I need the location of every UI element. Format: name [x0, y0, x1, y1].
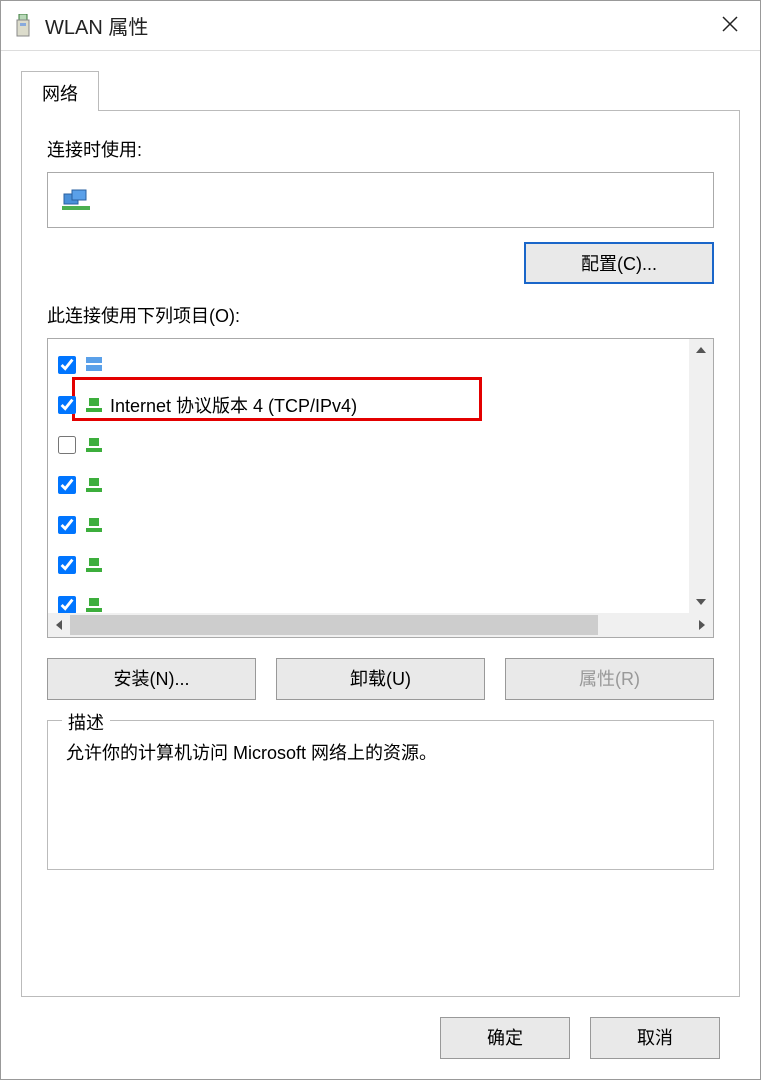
connect-using-label: 连接时使用: — [47, 136, 714, 162]
items-label: 此连接使用下列项目(O): — [47, 302, 714, 328]
protocol-icon — [86, 438, 102, 452]
vertical-scrollbar[interactable] — [689, 339, 713, 613]
protocol-checkbox[interactable] — [58, 596, 76, 613]
protocol-checkbox[interactable] — [58, 356, 76, 374]
list-item[interactable] — [54, 505, 689, 545]
protocol-checkbox[interactable] — [58, 436, 76, 454]
tab-panel-network: 连接时使用: 配置(C)... 此连接使用下列项目(O): — [21, 110, 740, 997]
configure-button[interactable]: 配置(C)... — [524, 242, 714, 284]
description-text: 允许你的计算机访问 Microsoft 网络上的资源。 — [66, 739, 695, 765]
adapter-icon — [11, 14, 35, 38]
install-button[interactable]: 安装(N)... — [47, 658, 256, 700]
protocol-icon — [86, 398, 102, 412]
scroll-left-icon[interactable] — [48, 614, 70, 636]
protocol-icon — [86, 518, 102, 532]
adapter-display — [47, 172, 714, 228]
list-item[interactable] — [54, 425, 689, 465]
hscroll-track[interactable] — [70, 613, 691, 637]
protocol-icon — [86, 598, 102, 612]
list-item[interactable] — [54, 545, 689, 585]
description-legend: 描述 — [62, 709, 110, 735]
list-item[interactable] — [54, 465, 689, 505]
protocol-checkbox[interactable] — [58, 476, 76, 494]
dialog-button-row: 确定 取消 — [21, 997, 740, 1079]
list-item[interactable]: Internet 协议版本 4 (TCP/IPv4) — [54, 385, 689, 425]
list-item[interactable] — [54, 345, 689, 385]
ok-button[interactable]: 确定 — [440, 1017, 570, 1059]
network-adapter-icon — [62, 188, 90, 212]
cancel-button[interactable]: 取消 — [590, 1017, 720, 1059]
protocol-checkbox[interactable] — [58, 516, 76, 534]
dialog-content: 网络 连接时使用: 配置(C)... 此连接使用下列项目(O): — [1, 51, 760, 1079]
tabs: 网络 — [21, 71, 740, 111]
configure-row: 配置(C)... — [47, 242, 714, 284]
list-area: Internet 协议版本 4 (TCP/IPv4) — [48, 339, 689, 613]
protocol-label: Internet 协议版本 4 (TCP/IPv4) — [110, 392, 357, 418]
titlebar: WLAN 属性 — [1, 1, 760, 51]
close-icon[interactable] — [710, 12, 750, 40]
hscroll-thumb[interactable] — [70, 615, 598, 635]
properties-button[interactable]: 属性(R) — [505, 658, 714, 700]
protocol-listbox[interactable]: Internet 协议版本 4 (TCP/IPv4) — [47, 338, 714, 638]
scroll-right-icon[interactable] — [691, 614, 713, 636]
list-item[interactable] — [54, 585, 689, 613]
protocol-icon — [86, 355, 102, 376]
protocol-checkbox[interactable] — [58, 396, 76, 414]
scroll-down-icon[interactable] — [690, 591, 712, 613]
horizontal-scrollbar[interactable] — [48, 613, 713, 637]
scroll-up-icon[interactable] — [690, 339, 712, 361]
protocol-icon — [86, 478, 102, 492]
wlan-properties-dialog: WLAN 属性 网络 连接时使用: — [0, 0, 761, 1080]
window-title: WLAN 属性 — [45, 11, 710, 40]
install-uninstall-row: 安装(N)... 卸载(U) 属性(R) — [47, 658, 714, 700]
protocol-checkbox[interactable] — [58, 556, 76, 574]
description-group: 描述 允许你的计算机访问 Microsoft 网络上的资源。 — [47, 720, 714, 870]
tab-network[interactable]: 网络 — [21, 71, 99, 111]
uninstall-button[interactable]: 卸载(U) — [276, 658, 485, 700]
protocol-icon — [86, 558, 102, 572]
